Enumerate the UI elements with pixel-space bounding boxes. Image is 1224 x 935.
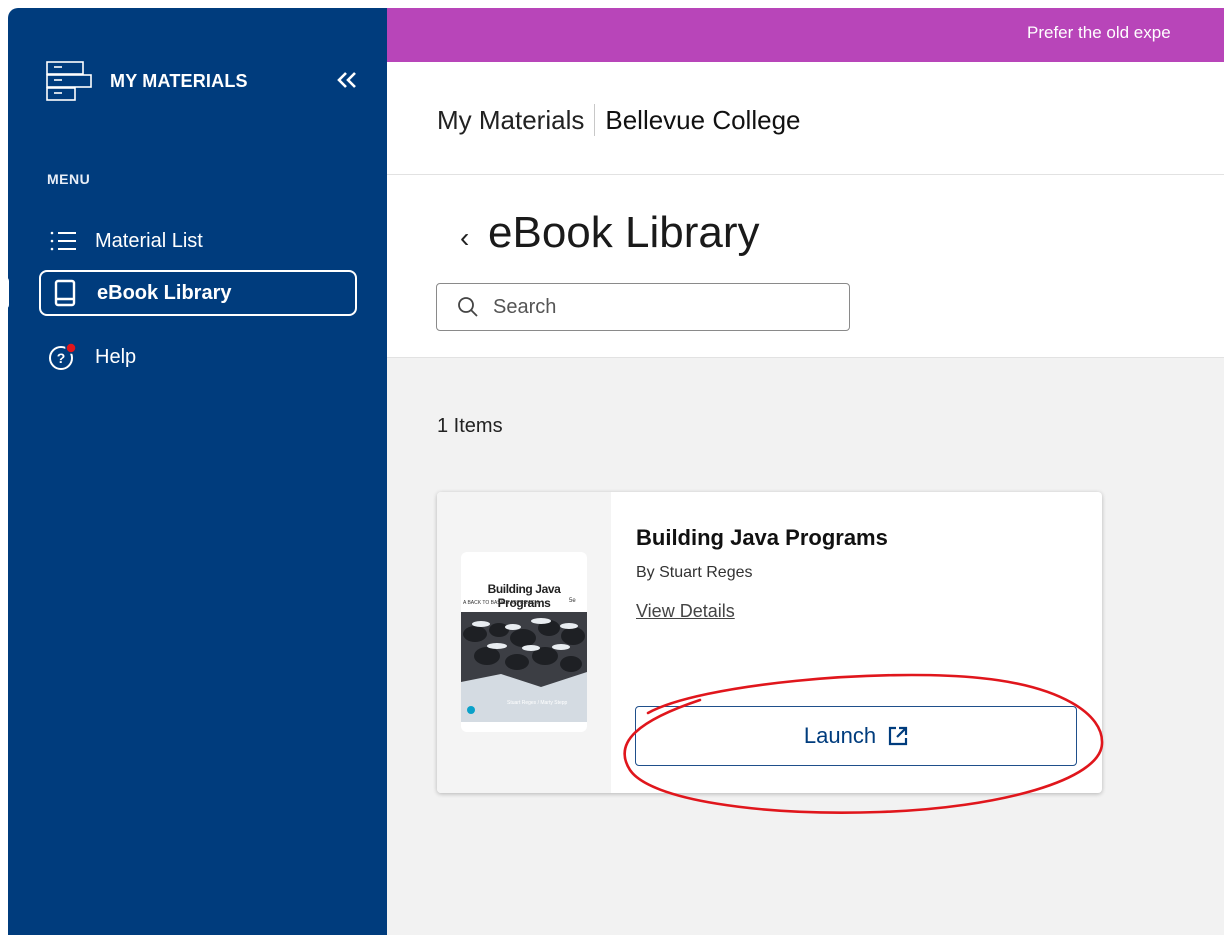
help-icon: ? <box>47 341 79 373</box>
book-icon <box>49 277 81 309</box>
page-header: My Materials Bellevue College <box>387 62 1224 175</box>
breadcrumb: My Materials Bellevue College <box>437 104 801 136</box>
launch-button[interactable]: Launch <box>635 706 1077 766</box>
sidebar-item-label: Help <box>95 345 137 368</box>
external-link-icon <box>888 726 908 746</box>
sidebar-item-label: eBook Library <box>97 281 232 304</box>
page-title: eBook Library <box>488 208 760 257</box>
experience-banner[interactable]: Prefer the old expe <box>387 8 1224 62</box>
view-details-link[interactable]: View Details <box>636 601 735 622</box>
breadcrumb-divider <box>594 104 596 136</box>
book-title: Building Java Programs <box>636 525 888 550</box>
sidebar-item-material-list[interactable]: Material List <box>39 218 357 264</box>
items-count: 1 Items <box>437 415 503 437</box>
sidebar: MY MATERIALS MENU Material List eBook Li… <box>8 8 387 935</box>
sidebar-item-label: Material List <box>95 229 203 252</box>
materials-logo-icon <box>46 61 92 101</box>
book-cover-panel: Building Java Programs A BACK TO BASICS … <box>437 492 611 793</box>
cover-authors: Stuart Reges / Marty Stepp <box>507 700 568 706</box>
launch-label: Launch <box>803 723 877 748</box>
brand: MY MATERIALS <box>46 61 248 101</box>
library-content: 1 Items Building Java Programs A BACK TO… <box>387 358 1224 935</box>
brand-label: MY MATERIALS <box>110 70 248 91</box>
banner-text: Prefer the old expe <box>1027 23 1171 42</box>
list-icon <box>47 225 79 257</box>
sidebar-item-help[interactable]: ? Help <box>39 334 357 380</box>
cover-edition: 5e <box>569 598 576 604</box>
book-card: Building Java Programs A BACK TO BASICS … <box>437 492 1102 793</box>
book-cover[interactable]: Building Java Programs A BACK TO BASICS … <box>461 552 587 732</box>
breadcrumb-section: My Materials <box>437 104 585 135</box>
menu-heading: MENU <box>47 171 91 187</box>
double-chevron-left-icon <box>337 72 356 88</box>
svg-text:?: ? <box>57 350 66 366</box>
search-box[interactable] <box>436 283 850 331</box>
back-chevron-icon[interactable]: ‹ <box>460 222 469 254</box>
sidebar-item-ebook-library[interactable]: eBook Library <box>39 270 357 316</box>
title-area: ‹ eBook Library <box>387 175 1224 358</box>
search-input[interactable] <box>491 294 825 320</box>
cover-subtitle: A BACK TO BASICS APPROACH <box>463 600 539 606</box>
collapse-sidebar-button[interactable] <box>333 66 361 94</box>
search-icon <box>458 297 478 317</box>
breadcrumb-school: Bellevue College <box>605 104 801 135</box>
active-nav-indicator <box>0 277 9 309</box>
book-author: By Stuart Reges <box>636 564 753 581</box>
